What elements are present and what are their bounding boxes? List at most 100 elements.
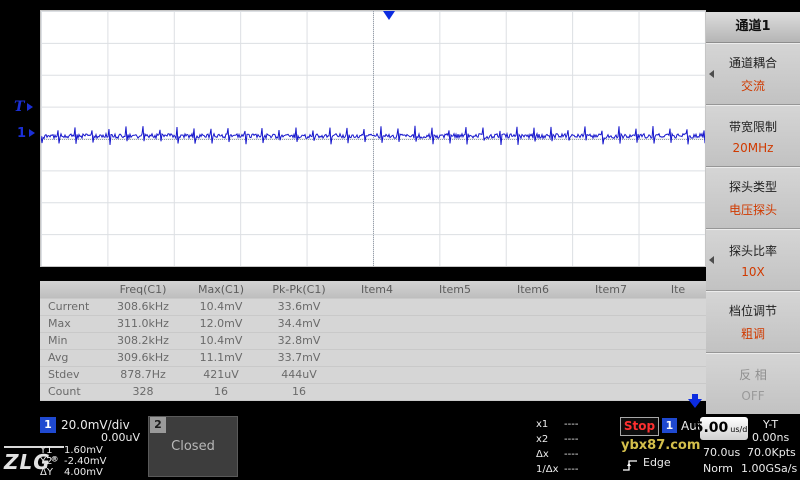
menu-item-label: 探头类型: [728, 180, 777, 194]
measurement-table: Freq(C1) Max(C1) Pk-Pk(C1) Item4 Item5 Item6 I…: [40, 281, 706, 401]
table-cell: [416, 299, 494, 315]
corner-cell: [40, 281, 104, 298]
table-cell: 309.6kHz: [117, 351, 169, 364]
channel1-marker-label: 1: [17, 126, 27, 141]
menu-item-value: OFF: [741, 388, 765, 403]
row-label: Count: [48, 385, 81, 398]
cursor-dy-row: ΔY 4.00mV: [40, 467, 103, 478]
measurement-header-row: Freq(C1) Max(C1) Pk-Pk(C1) Item4 Item5 Item6 I…: [40, 281, 706, 299]
table-cell: 11.1mV: [199, 351, 243, 364]
menu-item-value: 20MHz: [732, 140, 774, 155]
trigger-level-marker[interactable]: T: [14, 99, 34, 115]
menu-item-label: 反 相: [739, 367, 767, 382]
row-label: Avg: [48, 351, 69, 364]
run-state-indicator[interactable]: Stop: [620, 417, 659, 436]
column-header: Freq(C1): [119, 283, 167, 296]
channel2-badge[interactable]: 2: [150, 417, 166, 433]
menu-item-value: 10X: [741, 264, 765, 279]
table-cell: 10.4mV: [199, 334, 243, 347]
table-cell: 10.4mV: [199, 300, 243, 313]
column-header: Item6: [516, 283, 550, 296]
edge-trigger-icon: [622, 457, 639, 476]
trigger-source-badge: 1: [662, 418, 677, 433]
channel1-level-marker[interactable]: 1: [17, 126, 36, 141]
cursor-y1-row: Y1 1.60mV: [40, 445, 103, 456]
table-cell: 32.8mV: [277, 334, 321, 347]
menu-item-3[interactable]: 探头比率 10X: [706, 229, 800, 291]
right-arrow-icon: [29, 129, 36, 137]
submenu-arrow-icon: [709, 70, 714, 78]
table-row: Max 311.0kHz 12.0mV 34.4mV: [40, 316, 706, 333]
channel2-state: Closed: [171, 439, 215, 454]
waveform-trace: [41, 125, 705, 146]
table-row: Current 308.6kHz 10.4mV 33.6mV: [40, 299, 706, 316]
submenu-arrow-icon: [709, 256, 714, 264]
table-cell: [338, 333, 416, 349]
table-cell: [338, 299, 416, 315]
row-label: Current: [48, 300, 90, 313]
waveform-display: [40, 10, 706, 267]
table-cell: [650, 350, 706, 366]
side-menu: 通道1 通道耦合 交流 带宽限制 20MHz 探头类型 电压探头 探头比率 10X 档位调节 粗调…: [706, 0, 800, 415]
cursor-x2-row: x2 ----: [536, 434, 579, 445]
status-bar: ZLG® 1 20.0mV/div 0.00uV Y1 1.60mV Y2 -2.4…: [0, 414, 800, 480]
table-cell: 421uV: [203, 368, 239, 381]
column-header: Item7: [594, 283, 628, 296]
table-cell: 16: [292, 385, 306, 398]
measurement-body: Current 308.6kHz 10.4mV 33.6mV Max 311.0kHz 12…: [40, 299, 706, 401]
table-cell: [650, 367, 706, 383]
table-row: Min 308.2kHz 10.4mV 32.8mV: [40, 333, 706, 350]
menu-item-4[interactable]: 档位调节 粗调: [706, 291, 800, 353]
column-header: Item4: [360, 283, 394, 296]
table-row: Avg 309.6kHz 11.1mV 33.7mV: [40, 350, 706, 367]
menu-item-1[interactable]: 带宽限制 20MHz: [706, 105, 800, 167]
table-cell: [494, 333, 572, 349]
table-cell: [416, 350, 494, 366]
trigger-level-label: T: [14, 99, 25, 115]
menu-item-value: 交流: [740, 79, 765, 93]
table-cell: 878.7Hz: [120, 368, 166, 381]
table-cell: [572, 299, 650, 315]
table-row: Count 328 16 16: [40, 384, 706, 401]
display-mode: Y-T: [763, 418, 779, 431]
column-header: Max(C1): [197, 283, 244, 296]
cursor-invdx-row: 1/Δx ----: [536, 464, 579, 475]
offscreen-trigger-arrow-icon: [687, 394, 703, 413]
table-cell: [572, 384, 650, 400]
table-cell: [650, 316, 706, 332]
menu-item-label: 探头比率: [728, 243, 777, 258]
table-cell: [494, 350, 572, 366]
oscilloscope-screen: T 1 Freq(C1) Max(C1) Pk-Pk(C1) Item4 Item5 It…: [0, 0, 800, 480]
table-cell: 12.0mV: [199, 317, 243, 330]
timebase-scale-box[interactable]: 5.00 us/div: [694, 417, 754, 440]
menu-item-label: 通道耦合: [728, 56, 777, 70]
table-cell: 308.6kHz: [117, 300, 169, 313]
menu-item-0[interactable]: 通道耦合 交流: [706, 43, 800, 105]
column-header: Pk-Pk(C1): [272, 283, 326, 296]
table-cell: [338, 367, 416, 383]
table-cell: [572, 367, 650, 383]
trigger-position-marker[interactable]: [383, 11, 395, 20]
cursor-x-readout: x1 ---- x2 ---- Δx ---- 1/Δx ----: [536, 417, 578, 477]
timebase-scale: 5.00: [693, 420, 729, 436]
side-menu-title: 通道1: [706, 12, 800, 43]
side-menu-items: 通道耦合 交流 带宽限制 20MHz 探头类型 电压探头 探头比率 10X 档位调节 粗调反 相 O…: [706, 43, 800, 415]
menu-item-value: 粗调: [740, 327, 765, 341]
menu-item-5[interactable]: 反 相 OFF: [706, 353, 800, 415]
table-cell: [416, 367, 494, 383]
channel1-badge[interactable]: 1: [40, 417, 56, 433]
table-cell: [650, 333, 706, 349]
table-cell: 444uV: [281, 368, 317, 381]
table-cell: 33.7mV: [277, 351, 321, 364]
menu-item-value: 电压探头: [728, 203, 777, 217]
menu-item-2[interactable]: 探头类型 电压探头: [706, 167, 800, 229]
table-cell: [416, 333, 494, 349]
channel1-scale[interactable]: 20.0mV/div: [61, 418, 130, 432]
table-cell: [572, 333, 650, 349]
table-cell: [572, 316, 650, 332]
menu-item-label: 档位调节: [728, 304, 777, 318]
timebase-unit: us/div: [730, 425, 755, 434]
table-cell: [338, 316, 416, 332]
table-cell: [494, 367, 572, 383]
row-label: Stdev: [48, 368, 80, 381]
